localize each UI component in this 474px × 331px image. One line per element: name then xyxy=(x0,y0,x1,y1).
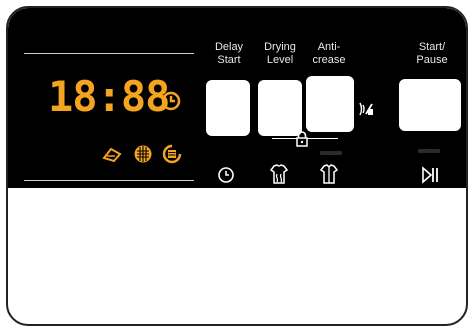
delay-start-label: Delay Start xyxy=(204,41,254,67)
dryer-control-frame: 18:88 Delay Start Drying Level Anti- cre… xyxy=(6,6,468,326)
child-lock-icon xyxy=(295,131,309,147)
delay-start-button[interactable] xyxy=(206,80,250,136)
anti-crease-label: Anti- crease xyxy=(304,41,354,67)
anti-crease-button[interactable] xyxy=(306,76,354,132)
drying-level-label-line2: Level xyxy=(266,54,294,66)
control-panel: 18:88 Delay Start Drying Level Anti- cre… xyxy=(8,8,466,188)
drum-indicator-icon xyxy=(133,144,153,164)
start-pause-label-line1: Start/ xyxy=(418,41,446,53)
time-display: 18:88 xyxy=(48,72,170,121)
drying-level-label: Drying Level xyxy=(255,41,305,67)
clock-icon xyxy=(217,166,235,184)
panel-divider-top xyxy=(24,53,194,54)
start-pause-label-line2: Pause xyxy=(416,54,448,66)
delay-start-label-line2: Start xyxy=(217,54,241,66)
drying-level-label-line1: Drying xyxy=(264,41,296,53)
buzzer-off-icon xyxy=(357,100,375,118)
anti-crease-led xyxy=(320,151,342,155)
delay-clock-indicator-icon xyxy=(161,91,181,111)
start-pause-led xyxy=(418,149,440,153)
drying-level-button[interactable] xyxy=(258,80,302,136)
anti-crease-label-line2: crease xyxy=(312,54,346,66)
start-pause-label: Start/ Pause xyxy=(404,41,460,67)
anti-crease-label-line1: Anti- xyxy=(317,41,341,53)
condenser-indicator-icon xyxy=(162,144,182,164)
dry-indicator-icon xyxy=(102,145,122,163)
panel-divider-bottom xyxy=(24,180,194,181)
play-pause-icon xyxy=(420,165,440,185)
start-pause-button[interactable] xyxy=(399,79,461,131)
delay-start-label-line1: Delay xyxy=(214,41,244,53)
shirt-steam-icon xyxy=(269,163,289,185)
shirt-fold-icon xyxy=(319,163,339,185)
